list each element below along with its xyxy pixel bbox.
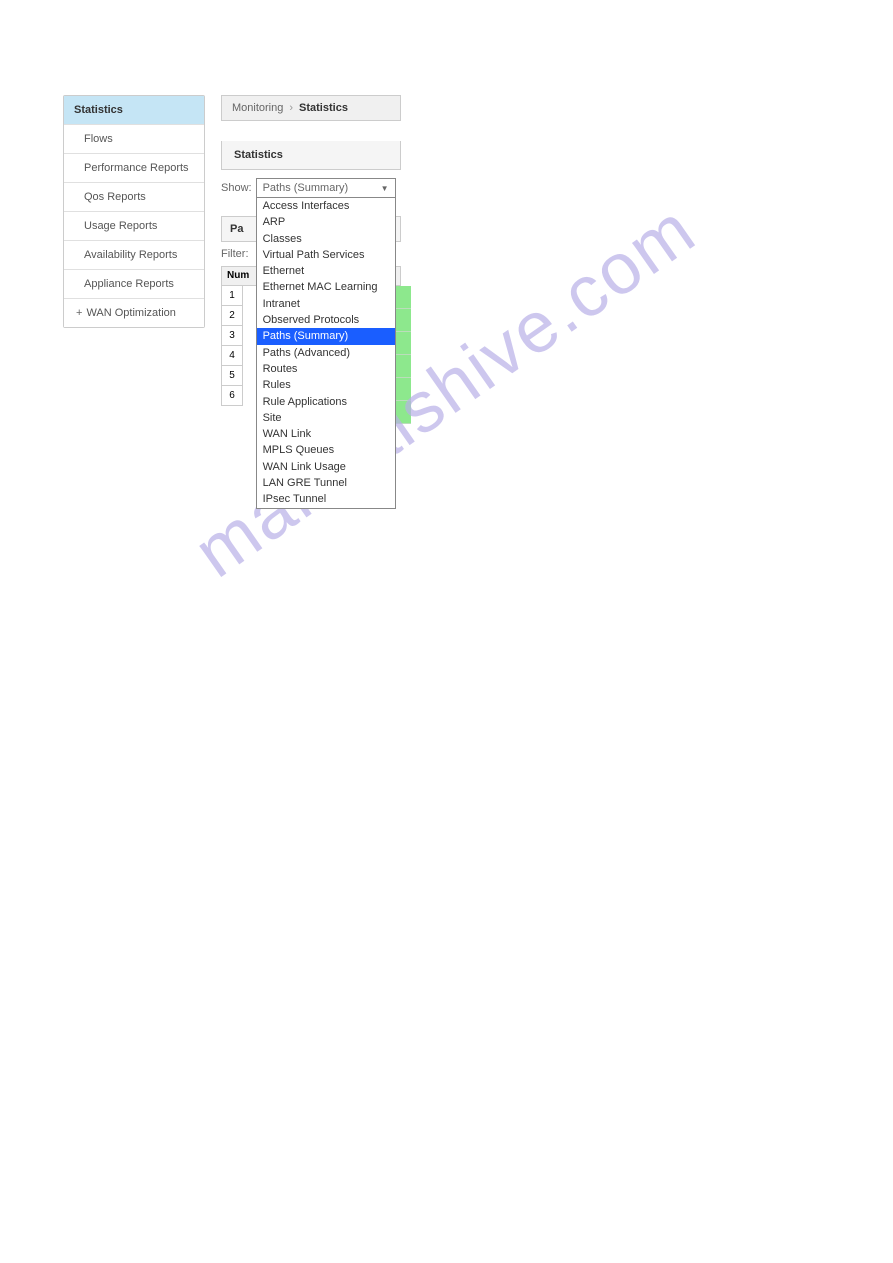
dropdown-option-ethernet-mac-learning[interactable]: Ethernet MAC Learning [257, 279, 395, 295]
sidebar: Statistics Flows Performance Reports Qos… [63, 95, 205, 328]
dropdown-option-wan-link[interactable]: WAN Link [257, 426, 395, 442]
show-row: Show: Paths (Summary) ▼ Access Interface… [221, 170, 401, 206]
sidebar-item-availability-reports[interactable]: Availability Reports [64, 241, 204, 270]
breadcrumb-current: Statistics [299, 102, 348, 114]
filter-label: Filter: [221, 248, 249, 260]
dropdown-option-rule-applications[interactable]: Rule Applications [257, 394, 395, 410]
dropdown-option-ipsec-tunnel[interactable]: IPsec Tunnel [257, 491, 395, 507]
table-row[interactable]: 1 [221, 286, 243, 306]
sidebar-item-appliance-reports[interactable]: Appliance Reports [64, 270, 204, 299]
breadcrumb-parent[interactable]: Monitoring [232, 102, 283, 114]
chevron-right-icon: › [289, 102, 293, 114]
sidebar-item-label: WAN Optimization [86, 307, 175, 319]
dropdown-option-rules[interactable]: Rules [257, 377, 395, 393]
sidebar-item-performance-reports[interactable]: Performance Reports [64, 154, 204, 183]
plus-icon: + [76, 307, 82, 319]
dropdown-option-arp[interactable]: ARP [257, 214, 395, 230]
dropdown-option-classes[interactable]: Classes [257, 231, 395, 247]
table-row[interactable]: 4 [221, 346, 243, 366]
dropdown-option-lan-gre-tunnel[interactable]: LAN GRE Tunnel [257, 475, 395, 491]
dropdown-option-access-interfaces[interactable]: Access Interfaces [257, 198, 395, 214]
num-header: Num [223, 268, 253, 283]
dropdown-option-routes[interactable]: Routes [257, 361, 395, 377]
dropdown-option-site[interactable]: Site [257, 410, 395, 426]
dropdown-select[interactable]: Paths (Summary) ▼ [256, 178, 396, 198]
dropdown-option-paths-advanced[interactable]: Paths (Advanced) [257, 345, 395, 361]
main-content: Monitoring › Statistics Statistics Show:… [221, 95, 401, 328]
sidebar-item-flows[interactable]: Flows [64, 125, 204, 154]
sidebar-item-qos-reports[interactable]: Qos Reports [64, 183, 204, 212]
show-label: Show: [221, 182, 252, 194]
panel-header: Statistics [221, 141, 401, 170]
dropdown-option-paths-summary[interactable]: Paths (Summary) [257, 328, 395, 344]
sidebar-item-wan-optimization[interactable]: + WAN Optimization [64, 299, 204, 327]
sidebar-item-statistics[interactable]: Statistics [64, 96, 204, 125]
dropdown-list: Access Interfaces ARP Classes Virtual Pa… [256, 198, 396, 509]
dropdown-option-mpls-queues[interactable]: MPLS Queues [257, 442, 395, 458]
table-row[interactable]: 3 [221, 326, 243, 346]
dropdown-selected-text: Paths (Summary) [263, 182, 349, 194]
breadcrumb: Monitoring › Statistics [221, 95, 401, 121]
dropdown-option-wan-link-usage[interactable]: WAN Link Usage [257, 459, 395, 475]
table-row[interactable]: 2 [221, 306, 243, 326]
dropdown-option-observed-protocols[interactable]: Observed Protocols [257, 312, 395, 328]
show-dropdown[interactable]: Paths (Summary) ▼ Access Interfaces ARP … [256, 178, 396, 198]
dropdown-option-virtual-path-services[interactable]: Virtual Path Services [257, 247, 395, 263]
sidebar-item-usage-reports[interactable]: Usage Reports [64, 212, 204, 241]
num-column: 1 2 3 4 5 6 [221, 286, 243, 406]
chevron-down-icon: ▼ [381, 184, 389, 193]
dropdown-option-ethernet[interactable]: Ethernet [257, 263, 395, 279]
table-row[interactable]: 6 [221, 386, 243, 406]
dropdown-option-intranet[interactable]: Intranet [257, 296, 395, 312]
table-row[interactable]: 5 [221, 366, 243, 386]
